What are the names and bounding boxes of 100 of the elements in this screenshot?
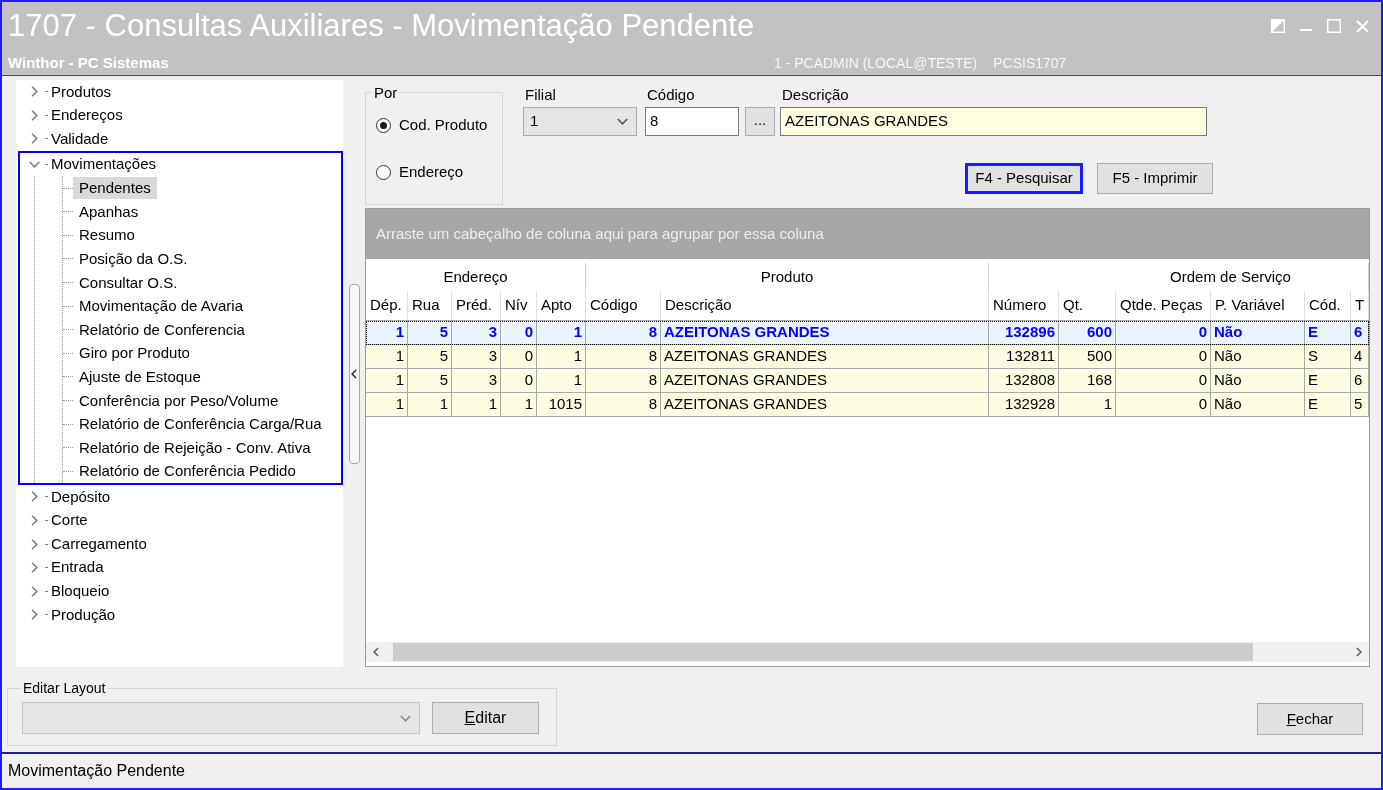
table-cell: 8: [586, 321, 661, 344]
edit-button[interactable]: Editar: [432, 702, 539, 734]
branch-dropdown[interactable]: 1: [523, 107, 637, 136]
chevron-down-icon[interactable]: [617, 118, 628, 125]
lookup-button[interactable]: ...: [745, 107, 775, 136]
table-row[interactable]: 1 1 1 1 1015 8 AZEITONAS GRANDES 132928 1 0 Não E 5: [366, 393, 1369, 417]
table-cell: 500: [1059, 345, 1116, 368]
chevron-right-icon[interactable]: [30, 86, 38, 98]
table-cell: 1: [366, 345, 408, 368]
column-header[interactable]: Cód.: [1305, 291, 1351, 320]
tree-item[interactable]: Bloqueio: [16, 579, 343, 604]
tree-item[interactable]: Movimentações: [20, 152, 341, 177]
table-cell: 8: [586, 369, 661, 392]
table-cell: 0: [1116, 345, 1211, 368]
column-header[interactable]: Código: [586, 291, 661, 320]
table-cell: AZEITONAS GRANDES: [661, 369, 989, 392]
tree-item[interactable]: Relatório de Conferência Pedido: [73, 460, 302, 483]
close-button[interactable]: Fechar: [1257, 703, 1363, 735]
radio-option[interactable]: Endereço: [376, 162, 502, 182]
tree-item[interactable]: Giro por Produto: [73, 342, 196, 365]
table-cell: 5: [408, 369, 452, 392]
table-cell: 0: [501, 345, 537, 368]
table-cell: 132808: [989, 369, 1059, 392]
chevron-right-icon[interactable]: [30, 538, 38, 550]
tree-item[interactable]: Relatório de Conferencia: [73, 318, 251, 341]
tree-item[interactable]: Produção: [16, 603, 343, 627]
table-row[interactable]: 1 5 3 0 1 8 AZEITONAS GRANDES 132808 168 0 Não E 6: [366, 369, 1369, 393]
splitter-handle[interactable]: [348, 283, 360, 464]
horizontal-scrollbar[interactable]: [366, 642, 1369, 662]
chevron-right-icon[interactable]: [30, 133, 38, 145]
app-subtitle: Winthor - PC Sistemas: [8, 52, 169, 73]
tree-item[interactable]: Validade: [16, 127, 343, 151]
code-input[interactable]: 8: [645, 107, 739, 136]
tree-item[interactable]: Consultar O.S.: [73, 271, 184, 294]
column-header[interactable]: P. Variável: [1211, 291, 1305, 320]
table-cell: E: [1305, 369, 1351, 392]
table-cell: Não: [1211, 393, 1305, 416]
description-input[interactable]: AZEITONAS GRANDES: [780, 107, 1207, 136]
scroll-right-icon[interactable]: [1356, 647, 1362, 657]
table-cell: 168: [1059, 369, 1116, 392]
chevron-right-icon[interactable]: [30, 562, 38, 574]
tree-item[interactable]: Conferência por Peso/Volume: [73, 389, 285, 412]
tree-item[interactable]: Ajuste de Estoque: [73, 365, 207, 388]
table-cell: 3: [452, 345, 501, 368]
tree-item[interactable]: Corte: [16, 508, 343, 533]
column-group-header: Endereço: [366, 263, 586, 291]
action-button[interactable]: F5 - Imprimir: [1097, 163, 1213, 194]
chevron-right-icon[interactable]: [30, 515, 38, 526]
tree-item[interactable]: Pendentes: [73, 177, 157, 200]
table-cell: Não: [1211, 369, 1305, 392]
tree-item[interactable]: Apanhas: [73, 200, 145, 223]
chevron-right-icon[interactable]: [30, 609, 38, 621]
scroll-left-icon[interactable]: [373, 647, 379, 657]
chevron-left-icon[interactable]: [351, 368, 357, 379]
tree-item[interactable]: Relatório de Conferência Carga/Rua: [73, 413, 328, 436]
table-cell: 8: [586, 393, 661, 416]
table-row[interactable]: 1 5 3 0 1 8 AZEITONAS GRANDES 132811 500 0 Não S 4: [366, 345, 1369, 369]
field-label: Código: [646, 86, 695, 104]
table-cell: 8: [586, 345, 661, 368]
table-cell: 1: [366, 369, 408, 392]
table-cell: 1: [537, 321, 586, 344]
tree-item[interactable]: Relatório de Rejeição - Conv. Ativa: [73, 436, 317, 459]
radio-option[interactable]: Cod. Produto: [376, 115, 502, 135]
tree-item[interactable]: Depósito: [16, 485, 343, 509]
chevron-right-icon[interactable]: [30, 491, 38, 503]
table-row[interactable]: 1 5 3 0 1 8 AZEITONAS GRANDES 132896 600 0 Não E 6: [366, 321, 1369, 345]
tree-item[interactable]: Posição da O.S.: [73, 247, 194, 270]
tree-item[interactable]: Entrada: [16, 555, 343, 580]
column-header[interactable]: Nív: [501, 291, 537, 320]
table-cell: 3: [452, 321, 501, 344]
window-title: 1707 - Consultas Auxiliares - Movimentação Pendente: [8, 8, 755, 44]
column-header[interactable]: Dép.: [366, 291, 408, 320]
table-cell: 1: [366, 393, 408, 416]
tree-item[interactable]: Resumo: [73, 224, 141, 247]
tree-item[interactable]: Endereços: [16, 103, 343, 128]
column-header[interactable]: Qtde. Peças: [1116, 291, 1211, 320]
column-header[interactable]: Rua: [408, 291, 452, 320]
table-cell: E: [1305, 321, 1351, 344]
column-header[interactable]: T: [1351, 291, 1369, 320]
column-header[interactable]: Préd.: [452, 291, 501, 320]
chevron-right-icon[interactable]: [30, 109, 38, 121]
column-header[interactable]: Apto: [537, 291, 586, 320]
chevron-right-icon[interactable]: [30, 585, 38, 597]
table-cell: 4: [1351, 345, 1369, 368]
action-button[interactable]: F4 - Pesquisar: [965, 163, 1083, 194]
scrollbar-thumb[interactable]: [393, 643, 1253, 661]
column-header[interactable]: Descrição: [661, 291, 989, 320]
group-label: Editar Layout: [22, 680, 107, 696]
column-header[interactable]: Número: [989, 291, 1059, 320]
tree-item[interactable]: Produtos: [16, 80, 343, 104]
field-label: Descrição: [781, 86, 849, 104]
tree-item[interactable]: Movimentação de Avaria: [73, 295, 249, 318]
table-cell: 0: [1116, 393, 1211, 416]
table-cell: 1015: [537, 393, 586, 416]
chevron-down-icon[interactable]: [28, 161, 40, 169]
tree-item[interactable]: Carregamento: [16, 532, 343, 556]
column-header[interactable]: Qt.: [1059, 291, 1116, 320]
table-cell: 6: [1351, 369, 1369, 392]
table-cell: AZEITONAS GRANDES: [661, 321, 989, 344]
table-cell: 1: [537, 345, 586, 368]
